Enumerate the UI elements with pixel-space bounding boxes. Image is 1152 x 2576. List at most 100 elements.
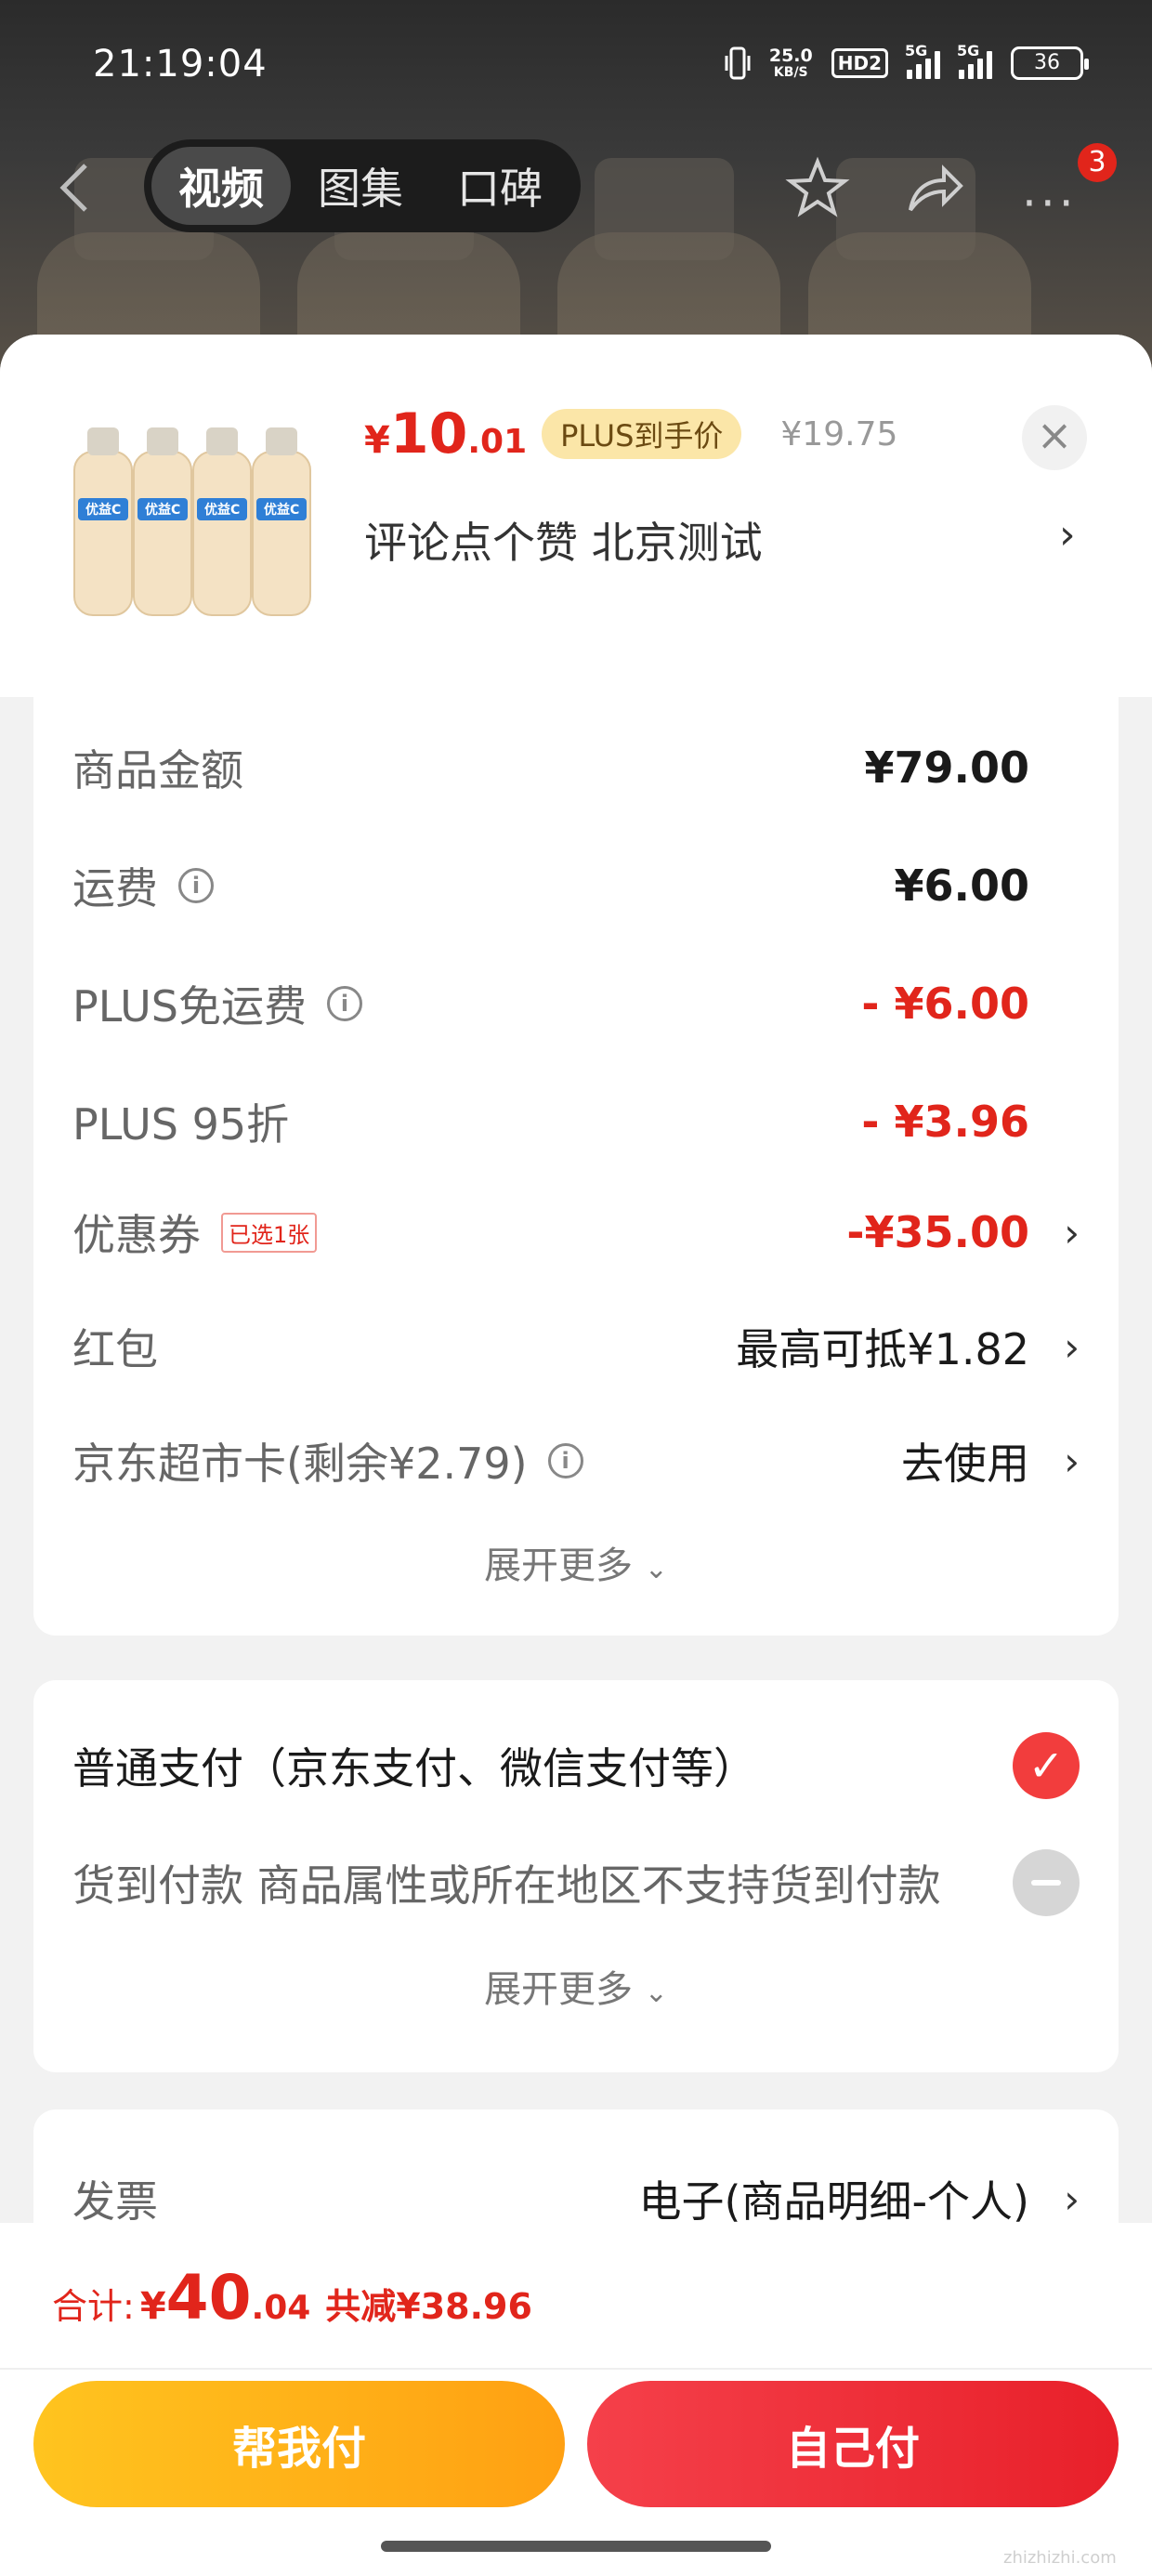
- product-image[interactable]: 优益C 优益C 优益C 优益C: [71, 424, 321, 619]
- more-icon[interactable]: ···: [1022, 177, 1078, 230]
- signal-label: 5G: [905, 42, 928, 59]
- product-label-text: 优益C: [264, 502, 299, 518]
- signal-bar: [935, 51, 940, 79]
- expand-more-payment[interactable]: 展开更多 ⌄: [33, 1959, 1119, 2013]
- row-red-packet[interactable]: 红包 最高可抵¥1.82 ›: [72, 1309, 1080, 1384]
- chevron-down-icon: ⌄: [644, 1977, 668, 2009]
- close-icon: ×: [1036, 410, 1073, 460]
- chevron-right-icon: ›: [1064, 2175, 1080, 2222]
- watermark: zhizhizhi.com: [1003, 2548, 1117, 2568]
- chevron-right-icon[interactable]: ›: [1059, 511, 1076, 559]
- net-speed: 25.0 KB/S: [768, 45, 813, 80]
- signal-bar: [987, 51, 992, 79]
- signal-bar: [977, 59, 983, 79]
- row-label: PLUS 95折: [72, 1099, 290, 1150]
- product-label-text: 优益C: [204, 502, 240, 518]
- status-icons: 25.0 KB/S HD2 5G 5G 36: [725, 42, 1089, 82]
- row-value: ¥6.00: [894, 861, 1029, 911]
- price-integer: 10: [389, 401, 468, 467]
- product-header: 优益C 优益C 优益C 优益C ¥ 10 .01 PLUS到手价 ¥19.75 …: [0, 335, 1152, 697]
- row-goods-amount: 商品金额 ¥79.00: [72, 730, 1080, 805]
- row-label: PLUS免运费: [72, 981, 307, 1032]
- expand-label: 展开更多: [484, 1544, 634, 1587]
- total-decimal: .04: [251, 2289, 311, 2327]
- product-subtitle[interactable]: 评论点个赞 北京测试: [364, 509, 763, 571]
- close-button[interactable]: ×: [1022, 405, 1087, 470]
- payment-option-label: 普通支付（京东支付、微信支付等）: [72, 1743, 756, 1794]
- info-icon[interactable]: i: [326, 986, 362, 1021]
- net-speed-unit: KB/S: [773, 64, 808, 80]
- row-supermarket-card[interactable]: 京东超市卡(剩余¥2.79) i 去使用 ›: [72, 1424, 1080, 1498]
- star-icon[interactable]: [785, 156, 850, 221]
- expand-more-costs[interactable]: 展开更多 ⌄: [33, 1535, 1119, 1589]
- total-integer: 40: [165, 2262, 252, 2333]
- payment-option-normal[interactable]: 普通支付（京东支付、微信支付等） ✓: [72, 1728, 1080, 1803]
- total-saved: 共减¥38.96: [325, 2286, 532, 2327]
- share-icon[interactable]: [901, 156, 966, 221]
- original-price: ¥19.75: [780, 414, 898, 453]
- row-coupon[interactable]: 优惠券 已选1张 -¥35.00 ›: [72, 1195, 1080, 1269]
- status-bar: 21:19:04 25.0 KB/S HD2 5G 5G 36: [0, 0, 1152, 130]
- row-value: - ¥6.00: [861, 979, 1029, 1029]
- divider: [0, 2368, 1152, 2370]
- info-icon[interactable]: i: [178, 868, 214, 903]
- battery-icon: 36: [1011, 46, 1089, 80]
- row-value: - ¥3.96: [861, 1097, 1029, 1147]
- payment-method-card: 普通支付（京东支付、微信支付等） ✓ 货到付款 商品属性或所在地区不支持货到付款…: [33, 1680, 1119, 2072]
- expand-label: 展开更多: [484, 1968, 634, 2011]
- check-icon[interactable]: ✓: [1013, 1732, 1080, 1799]
- chevron-right-icon: ›: [1064, 1209, 1080, 1255]
- total-summary: 合计: ¥ 40 .04 共减¥38.96: [52, 2262, 532, 2333]
- row-label: 运费: [72, 863, 158, 913]
- row-value: -¥35.00: [846, 1207, 1029, 1257]
- signal-bar: [925, 59, 931, 79]
- product-label-text: 优益C: [145, 502, 180, 518]
- product-label-text: 优益C: [85, 502, 121, 518]
- back-button[interactable]: [56, 160, 102, 216]
- price-row: ¥ 10 .01 PLUS到手价 ¥19.75: [364, 401, 897, 467]
- coupon-selected-tag: 已选1张: [221, 1212, 318, 1253]
- vibrate-icon: [725, 46, 751, 80]
- signal-label: 5G: [957, 42, 980, 59]
- row-label: 京东超市卡(剩余¥2.79): [72, 1439, 528, 1489]
- row-label: 红包: [72, 1324, 158, 1374]
- home-indicator[interactable]: [381, 2541, 771, 2552]
- total-label: 合计:: [52, 2286, 135, 2327]
- net-speed-value: 25.0: [768, 45, 813, 66]
- payment-option-label: 货到付款 商品属性或所在地区不支持货到付款: [72, 1860, 941, 1911]
- row-value: 电子(商品明细-个人): [638, 2176, 1030, 2227]
- row-value: 去使用: [901, 1439, 1029, 1489]
- signal-icon: 5G: [905, 42, 940, 79]
- tab-reviews[interactable]: 口碑: [430, 147, 569, 225]
- hd-badge: HD2: [831, 48, 888, 78]
- signal-icon: 5G: [957, 42, 992, 79]
- tab-video[interactable]: 视频: [151, 147, 291, 225]
- signal-bar: [907, 70, 912, 79]
- help-pay-button[interactable]: 帮我付: [33, 2381, 565, 2507]
- cost-breakdown-card: 商品金额 ¥79.00 运费 i ¥6.00 PLUS免运费 i - ¥6.00 P…: [33, 697, 1119, 1636]
- info-icon[interactable]: i: [547, 1443, 583, 1479]
- price-symbol: ¥: [364, 419, 390, 462]
- row-shipping: 运费 i ¥6.00: [72, 848, 1080, 923]
- price-decimal: .01: [467, 423, 528, 461]
- signal-bar: [968, 64, 974, 79]
- payment-option-cod: 货到付款 商品属性或所在地区不支持货到付款: [72, 1846, 1080, 1920]
- total-symbol: ¥: [139, 2285, 166, 2328]
- plus-price-badge: PLUS到手价: [542, 409, 742, 459]
- notification-badge: 3: [1078, 143, 1117, 182]
- self-pay-button[interactable]: 自己付: [587, 2381, 1119, 2507]
- media-tabs: 视频 图集 口碑: [144, 139, 581, 232]
- chevron-down-icon: ⌄: [644, 1553, 668, 1585]
- row-plus-discount: PLUS 95折 - ¥3.96: [72, 1084, 1080, 1159]
- disabled-icon: [1013, 1849, 1080, 1916]
- tab-gallery[interactable]: 图集: [291, 147, 430, 225]
- signal-bar: [959, 70, 964, 79]
- row-label: 发票: [72, 2176, 158, 2227]
- chevron-right-icon: ›: [1064, 1323, 1080, 1370]
- row-value: ¥79.00: [864, 743, 1029, 793]
- top-nav: 视频 图集 口碑 ··· 3: [0, 139, 1152, 232]
- signal-bar: [916, 64, 922, 79]
- row-label: 商品金额: [72, 745, 243, 795]
- row-label: 优惠券: [72, 1210, 201, 1260]
- row-plus-free-shipping: PLUS免运费 i - ¥6.00: [72, 966, 1080, 1041]
